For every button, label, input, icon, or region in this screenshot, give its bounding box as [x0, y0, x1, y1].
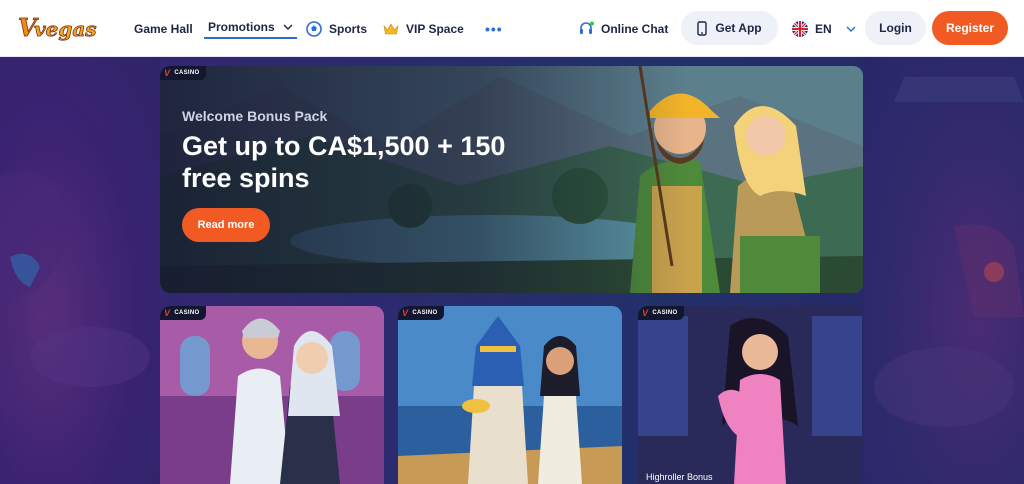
- hero-subtitle: Welcome Bonus Pack: [182, 108, 328, 124]
- get-app-button[interactable]: Get App: [681, 11, 778, 45]
- welcome-bonus-banner[interactable]: V CASINO Welcome Bonus Pack Get up to CA…: [160, 66, 863, 293]
- crown-icon: [383, 22, 399, 36]
- vvegas-v-icon: V: [164, 68, 171, 78]
- chevron-down-icon: [283, 24, 293, 30]
- hero-title: Get up to CA$1,500 + 150 free spins: [182, 131, 506, 193]
- get-app-label: Get App: [715, 21, 762, 35]
- nav-promotions[interactable]: Promotions: [204, 17, 297, 39]
- uk-flag-icon: [792, 21, 808, 37]
- online-chat-label: Online Chat: [601, 22, 669, 36]
- nav-game-hall[interactable]: Game Hall: [134, 17, 193, 41]
- background-art-right: [864, 57, 1024, 484]
- casino-badge: V CASINO: [398, 306, 445, 320]
- more-menu-button[interactable]: •••: [485, 17, 503, 41]
- login-label: Login: [879, 21, 912, 35]
- nav-game-hall-label: Game Hall: [134, 22, 193, 36]
- soccer-ball-icon: [306, 21, 322, 37]
- promo-card[interactable]: V CASINO: [160, 306, 384, 484]
- casino-badge: V CASINO: [638, 306, 685, 320]
- nav-sports-label: Sports: [329, 22, 368, 36]
- register-label: Register: [945, 21, 995, 35]
- casino-badge: V CASINO: [160, 66, 207, 80]
- nav-sports[interactable]: Sports: [306, 17, 367, 41]
- nav-vip-space-label: VIP Space: [406, 22, 464, 36]
- nav-vip-space[interactable]: VIP Space: [383, 17, 464, 41]
- casino-badge: V CASINO: [160, 306, 207, 320]
- register-button[interactable]: Register: [932, 11, 1008, 45]
- vvegas-v-icon: V: [164, 308, 171, 318]
- card-illustration-couple: [160, 306, 384, 484]
- read-more-label: Read more: [197, 219, 255, 231]
- card-illustration-highroller: [638, 306, 862, 484]
- casino-badge-label: CASINO: [652, 310, 678, 316]
- casino-badge-label: CASINO: [174, 70, 200, 76]
- more-dots-icon: •••: [485, 21, 503, 37]
- vvegas-v-icon: V: [642, 308, 649, 318]
- phone-icon: [697, 20, 708, 36]
- login-button[interactable]: Login: [865, 11, 926, 45]
- promo-card[interactable]: V CASINO: [398, 306, 622, 484]
- vvegas-logo[interactable]: V vegas: [16, 8, 104, 48]
- vvegas-v-icon: V: [402, 308, 409, 318]
- language-selector[interactable]: EN: [792, 17, 856, 41]
- top-header: V vegas Game Hall Promotions Sports VIP …: [0, 0, 1024, 57]
- casino-badge-label: CASINO: [174, 310, 200, 316]
- headset-icon: [578, 21, 594, 37]
- language-label: EN: [815, 22, 832, 36]
- card-illustration-pharaoh: [398, 306, 622, 484]
- background-art-left: [0, 57, 160, 484]
- chevron-down-icon: [846, 26, 856, 32]
- read-more-button[interactable]: Read more: [182, 208, 270, 242]
- svg-text:vegas: vegas: [34, 17, 97, 41]
- online-chat-button[interactable]: Online Chat: [578, 17, 668, 41]
- promo-card[interactable]: V CASINO Highroller Bonus: [638, 306, 862, 484]
- nav-promotions-label: Promotions: [208, 20, 275, 34]
- casino-badge-label: CASINO: [412, 310, 438, 316]
- card-caption: Highroller Bonus: [646, 472, 713, 482]
